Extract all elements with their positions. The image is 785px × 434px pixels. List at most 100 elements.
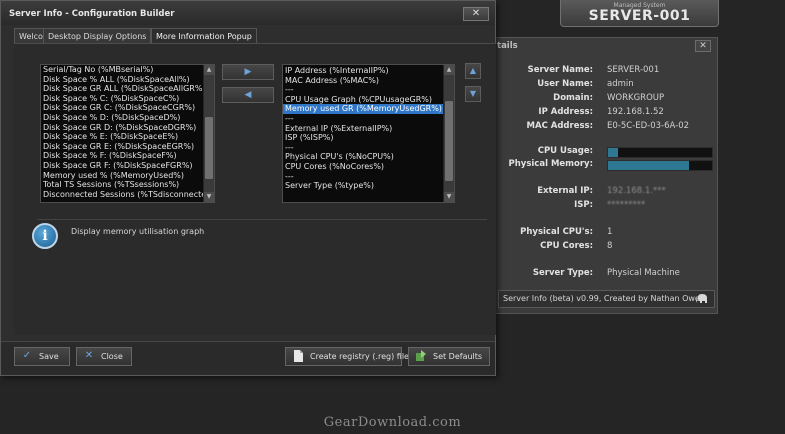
- dialog-titlebar[interactable]: Server Info - Configuration Builder ✕: [1, 1, 495, 25]
- list-item[interactable]: Disk Space % E: (%DiskSpaceE%): [41, 132, 214, 142]
- detail-label: External IP:: [537, 186, 593, 196]
- list-item[interactable]: Disk Space GR D: (%DiskSpaceDGR%): [41, 123, 214, 133]
- detail-label: Domain:: [553, 93, 593, 103]
- move-up-button[interactable]: ▲: [465, 63, 481, 79]
- scroll-up-arrow-icon[interactable]: ▲: [204, 65, 214, 75]
- detail-value: E0-5C-ED-03-6A-02: [607, 121, 690, 131]
- list-item[interactable]: Disk Space % C: (%DiskSpaceC%): [41, 94, 214, 104]
- detail-label: Physical Memory:: [508, 159, 594, 169]
- tab-content: Serial/Tag No (%MBserial%) Disk Space % A…: [14, 43, 496, 335]
- detail-value: 1: [607, 227, 613, 237]
- detail-value: *********: [607, 200, 646, 210]
- details-title: tails: [497, 41, 518, 51]
- detail-label: ISP:: [574, 200, 593, 210]
- list-item[interactable]: IP Address (%InternalIP%): [283, 66, 454, 76]
- detail-row: IP Address: 192.168.1.52: [495, 107, 719, 119]
- list-item[interactable]: ---: [283, 114, 454, 124]
- scrollbar-thumb[interactable]: [205, 117, 213, 179]
- usage-bar: [607, 147, 713, 158]
- server-header-name: SERVER-001: [588, 8, 691, 24]
- detail-row: Physical Memory:: [495, 159, 719, 171]
- save-button[interactable]: ✓ Save: [14, 347, 70, 366]
- list-item[interactable]: Disconnected Sessions (%TSdisconnected%): [41, 190, 214, 200]
- detail-label: MAC Address:: [526, 121, 593, 131]
- selected-list-scrollbar[interactable]: ▲ ▼: [443, 65, 454, 202]
- list-item[interactable]: ---: [283, 85, 454, 95]
- server-details-panel: tails ✕ Server Name: SERVER-001 User Name:…: [494, 37, 718, 314]
- list-item[interactable]: External IP (%ExternalIP%): [283, 124, 454, 134]
- list-item[interactable]: Disk Space % ALL (%DiskSpaceAll%): [41, 75, 214, 85]
- detail-row: Server Type: Physical Machine: [495, 268, 719, 280]
- detail-value: 8: [607, 241, 613, 251]
- details-close-button[interactable]: ✕: [695, 40, 711, 52]
- list-item[interactable]: ---: [283, 172, 454, 182]
- checkmark-icon: ✓: [22, 350, 32, 361]
- add-field-button[interactable]: ▶: [222, 64, 274, 80]
- list-item[interactable]: Disk Space GR ALL (%DiskSpaceAllGR%): [41, 84, 214, 94]
- detail-row: User Name: admin: [495, 79, 719, 91]
- list-item[interactable]: Disk Space GR F: (%DiskSpaceFGR%): [41, 161, 214, 171]
- list-item[interactable]: Disk Space % D: (%DiskSpaceD%): [41, 113, 214, 123]
- detail-label: User Name:: [537, 79, 593, 89]
- list-item[interactable]: Memory used % (%MemoryUsed%): [41, 171, 214, 181]
- create-registry-file-button[interactable]: Create registry (.reg) file: [285, 347, 409, 366]
- list-item[interactable]: MAC Address (%MAC%): [283, 76, 454, 86]
- list-item[interactable]: CPU Cores (%NoCores%): [283, 162, 454, 172]
- credit-bar: Server Info (beta) v0.99, Created by Nat…: [498, 290, 715, 308]
- credit-text: Server Info (beta) v0.99, Created by Nat…: [503, 294, 705, 303]
- move-down-button[interactable]: ▼: [465, 86, 481, 102]
- tab-desktop-display-options[interactable]: Desktop Display Options: [43, 28, 152, 43]
- separator: [37, 219, 487, 220]
- available-list-scrollbar[interactable]: ▲ ▼: [203, 65, 214, 202]
- detail-label: CPU Cores:: [540, 241, 593, 251]
- list-item[interactable]: Disk Space % F: (%DiskSpaceF%): [41, 151, 214, 161]
- list-item[interactable]: Physical CPU's (%NoCPU%): [283, 152, 454, 162]
- watermark: GearDownload.com: [323, 415, 462, 430]
- list-item[interactable]: Disk Space GR C: (%DiskSpaceCGR%): [41, 103, 214, 113]
- scroll-down-arrow-icon[interactable]: ▼: [444, 192, 454, 202]
- tab-more-information-popup[interactable]: More Information Popup: [151, 28, 257, 43]
- scroll-down-arrow-icon[interactable]: ▼: [204, 192, 214, 202]
- usage-bar: [607, 160, 713, 171]
- list-item-selected[interactable]: Memory used GR (%MemoryUsedGR%): [283, 104, 454, 114]
- detail-value: 192.168.1.***: [607, 186, 666, 196]
- usage-bar-fill: [608, 161, 690, 170]
- elephant-icon: [696, 294, 707, 303]
- list-item[interactable]: Server Type (%type%): [283, 181, 454, 191]
- detail-row: CPU Usage:: [495, 146, 719, 158]
- document-icon: [292, 350, 304, 362]
- available-fields-list[interactable]: Serial/Tag No (%MBserial%) Disk Space % A…: [40, 64, 215, 203]
- detail-label: CPU Usage:: [537, 146, 593, 156]
- list-item[interactable]: ISP (%ISP%): [283, 133, 454, 143]
- info-description: Display memory utilisation graph: [71, 227, 205, 236]
- close-button-label: Close: [101, 352, 123, 361]
- detail-row: ISP: *********: [495, 200, 719, 212]
- scroll-up-arrow-icon[interactable]: ▲: [444, 65, 454, 75]
- save-button-label: Save: [39, 352, 59, 361]
- detail-label: Server Name:: [527, 65, 593, 75]
- detail-value: Physical Machine: [607, 268, 680, 278]
- detail-value: SERVER-001: [607, 65, 660, 75]
- scrollbar-thumb[interactable]: [445, 101, 453, 181]
- detail-label: IP Address:: [538, 107, 593, 117]
- set-defaults-button[interactable]: Set Defaults: [408, 347, 490, 366]
- close-button[interactable]: ✕ Close: [76, 347, 132, 366]
- detail-row: CPU Cores: 8: [495, 241, 719, 253]
- remove-field-button[interactable]: ◀: [222, 87, 274, 103]
- list-item[interactable]: Total TS Sessions (%TSsessions%): [41, 180, 214, 190]
- reset-defaults-icon: [415, 350, 427, 362]
- list-item[interactable]: Disk Space GR E: (%DiskSpaceEGR%): [41, 142, 214, 152]
- detail-row: Domain: WORKGROUP: [495, 93, 719, 105]
- list-item[interactable]: ---: [283, 143, 454, 153]
- info-icon: i: [32, 223, 58, 249]
- detail-row: External IP: 192.168.1.***: [495, 186, 719, 198]
- dialog-close-button[interactable]: ✕: [463, 7, 489, 21]
- detail-value: admin: [607, 79, 634, 89]
- server-header: Managed System SERVER-001: [560, 0, 719, 27]
- detail-value: 192.168.1.52: [607, 107, 664, 117]
- detail-label: Server Type:: [532, 268, 593, 278]
- list-item[interactable]: Serial/Tag No (%MBserial%): [41, 65, 214, 75]
- dialog-footer: ✓ Save ✕ Close Create registry (.reg) fi…: [1, 341, 495, 375]
- selected-fields-list[interactable]: IP Address (%InternalIP%) MAC Address (%M…: [282, 64, 455, 203]
- list-item[interactable]: CPU Usage Graph (%CPUusageGR%): [283, 95, 454, 105]
